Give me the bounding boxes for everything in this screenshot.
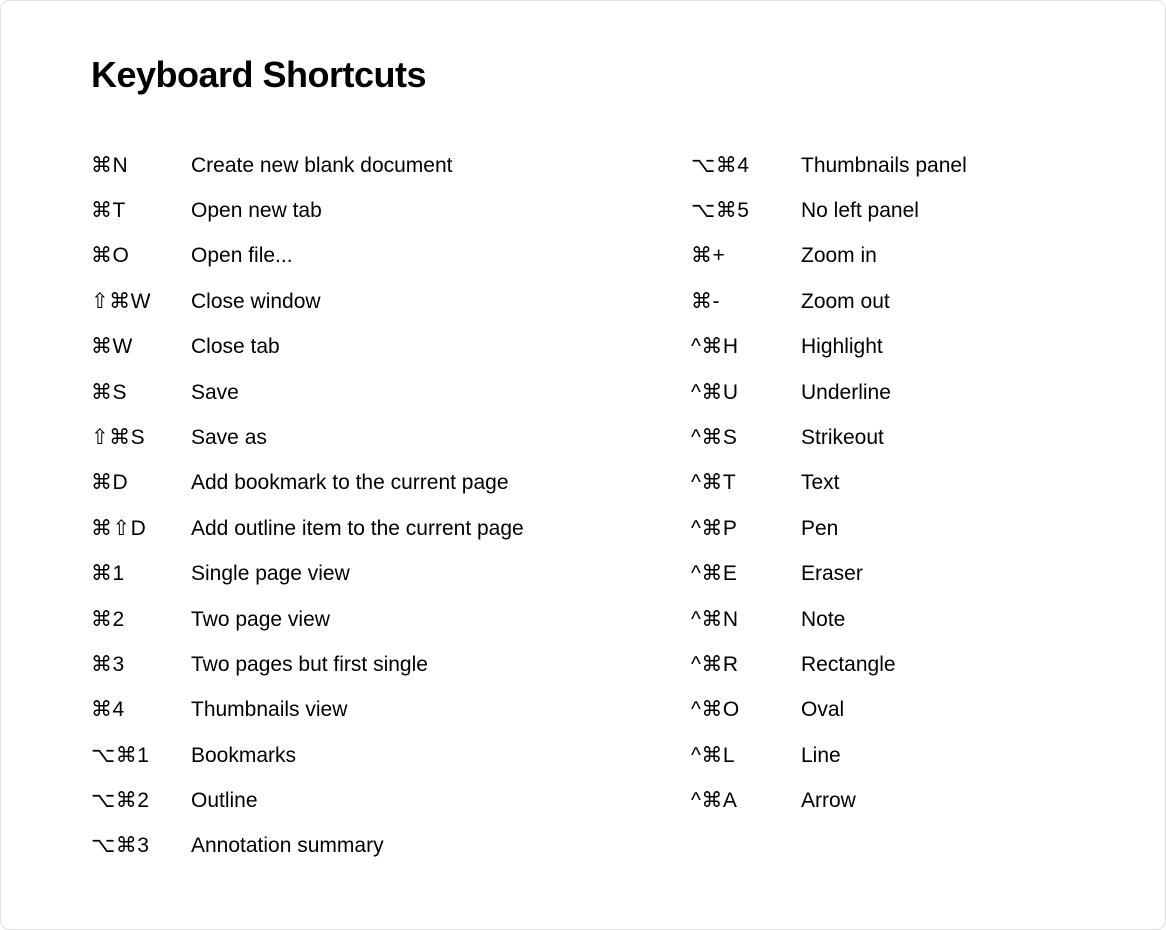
shortcut-keys: ⌥⌘2 — [91, 786, 191, 815]
shortcut-keys: ^⌘O — [691, 695, 801, 724]
shortcut-row: ⌥⌘2Outline — [91, 778, 611, 823]
shortcut-keys: ⌘+ — [691, 241, 801, 270]
shortcut-row: ^⌘OOval — [691, 687, 1051, 732]
shortcut-keys: ⌥⌘4 — [691, 151, 801, 180]
shortcut-desc: Outline — [191, 786, 611, 815]
shortcut-row: ^⌘NNote — [691, 597, 1051, 642]
shortcut-desc: Create new blank document — [191, 151, 611, 180]
shortcut-desc: Single page view — [191, 559, 611, 588]
shortcut-row: ^⌘TText — [691, 460, 1051, 505]
shortcut-row: ⌥⌘1Bookmarks — [91, 733, 611, 778]
shortcut-row: ^⌘SStrikeout — [691, 415, 1051, 460]
shortcut-keys: ⌥⌘5 — [691, 196, 801, 225]
shortcut-keys: ⌘W — [91, 332, 191, 361]
shortcut-desc: Two page view — [191, 605, 611, 634]
shortcut-row: ⌥⌘5No left panel — [691, 188, 1051, 233]
shortcut-row: ⌘⇧DAdd outline item to the current page — [91, 506, 611, 551]
shortcut-row: ^⌘RRectangle — [691, 642, 1051, 687]
shortcut-desc: Close window — [191, 287, 611, 316]
shortcut-keys: ⌥⌘3 — [91, 831, 191, 860]
shortcut-desc: Line — [801, 741, 1051, 770]
shortcut-row: ⌘OOpen file... — [91, 233, 611, 278]
shortcut-desc: Bookmarks — [191, 741, 611, 770]
shortcut-desc: Annotation summary — [191, 831, 611, 860]
shortcut-row: ^⌘UUnderline — [691, 370, 1051, 415]
shortcut-keys: ⌘S — [91, 378, 191, 407]
shortcut-desc: No left panel — [801, 196, 1051, 225]
shortcut-keys: ^⌘P — [691, 514, 801, 543]
shortcut-row: ⌘NCreate new blank document — [91, 143, 611, 188]
shortcut-row: ⌘4Thumbnails view — [91, 687, 611, 732]
shortcut-desc: Save as — [191, 423, 611, 452]
shortcut-row: ⇧⌘WClose window — [91, 279, 611, 324]
shortcut-keys: ⌘3 — [91, 650, 191, 679]
shortcut-desc: Thumbnails view — [191, 695, 611, 724]
shortcut-keys: ^⌘N — [691, 605, 801, 634]
shortcut-row: ⌘2Two page view — [91, 597, 611, 642]
shortcut-desc: Zoom in — [801, 241, 1051, 270]
shortcut-keys: ^⌘L — [691, 741, 801, 770]
shortcut-keys: ⌘O — [91, 241, 191, 270]
shortcut-row: ⌘TOpen new tab — [91, 188, 611, 233]
shortcut-row: ^⌘EEraser — [691, 551, 1051, 596]
shortcut-row: ⌘SSave — [91, 370, 611, 415]
shortcut-keys: ⌥⌘1 — [91, 741, 191, 770]
shortcut-keys: ⌘4 — [91, 695, 191, 724]
shortcut-keys: ⌘1 — [91, 559, 191, 588]
shortcuts-col-right: ⌥⌘4Thumbnails panel ⌥⌘5No left panel ⌘+Z… — [691, 143, 1051, 869]
shortcut-desc: Add bookmark to the current page — [191, 468, 611, 497]
shortcuts-col-left: ⌘NCreate new blank document ⌘TOpen new t… — [91, 143, 611, 869]
shortcut-row: ⌘3Two pages but first single — [91, 642, 611, 687]
shortcut-keys: ^⌘E — [691, 559, 801, 588]
shortcut-row: ⌘DAdd bookmark to the current page — [91, 460, 611, 505]
shortcut-row: ^⌘AArrow — [691, 778, 1051, 823]
shortcut-keys: ^⌘U — [691, 378, 801, 407]
shortcut-row: ⌥⌘4Thumbnails panel — [691, 143, 1051, 188]
shortcut-row: ^⌘LLine — [691, 733, 1051, 778]
shortcut-desc: Rectangle — [801, 650, 1051, 679]
shortcut-desc: Add outline item to the current page — [191, 514, 611, 543]
shortcut-desc: Pen — [801, 514, 1051, 543]
shortcut-keys: ⌘N — [91, 151, 191, 180]
shortcut-desc: Save — [191, 378, 611, 407]
shortcut-keys: ^⌘R — [691, 650, 801, 679]
shortcut-desc: Close tab — [191, 332, 611, 361]
shortcut-keys: ^⌘H — [691, 332, 801, 361]
shortcut-desc: Strikeout — [801, 423, 1051, 452]
shortcut-desc: Open file... — [191, 241, 611, 270]
shortcut-row: ⌘1Single page view — [91, 551, 611, 596]
shortcut-keys: ⇧⌘W — [91, 287, 191, 316]
shortcuts-card: Keyboard Shortcuts ⌘NCreate new blank do… — [0, 0, 1166, 930]
shortcut-row: ⇧⌘SSave as — [91, 415, 611, 460]
shortcut-desc: Zoom out — [801, 287, 1051, 316]
shortcut-row: ⌘+Zoom in — [691, 233, 1051, 278]
shortcuts-columns: ⌘NCreate new blank document ⌘TOpen new t… — [91, 143, 1105, 869]
shortcut-keys: ⌘T — [91, 196, 191, 225]
shortcut-desc: Underline — [801, 378, 1051, 407]
shortcut-row: ⌥⌘3Annotation summary — [91, 823, 611, 868]
shortcut-keys: ⌘- — [691, 287, 801, 316]
shortcut-keys: ⌘2 — [91, 605, 191, 634]
shortcut-keys: ^⌘T — [691, 468, 801, 497]
shortcut-row: ⌘-Zoom out — [691, 279, 1051, 324]
shortcut-row: ^⌘HHighlight — [691, 324, 1051, 369]
shortcut-keys: ⌘D — [91, 468, 191, 497]
shortcut-row: ⌘WClose tab — [91, 324, 611, 369]
shortcut-desc: Highlight — [801, 332, 1051, 361]
shortcut-keys: ⌘⇧D — [91, 514, 191, 543]
shortcut-keys: ^⌘S — [691, 423, 801, 452]
shortcut-keys: ⇧⌘S — [91, 423, 191, 452]
shortcut-desc: Open new tab — [191, 196, 611, 225]
shortcut-desc: Two pages but first single — [191, 650, 611, 679]
page-title: Keyboard Shortcuts — [91, 55, 1105, 95]
shortcut-desc: Text — [801, 468, 1051, 497]
shortcut-row: ^⌘PPen — [691, 506, 1051, 551]
shortcut-desc: Note — [801, 605, 1051, 634]
shortcut-desc: Eraser — [801, 559, 1051, 588]
shortcut-desc: Oval — [801, 695, 1051, 724]
shortcut-keys: ^⌘A — [691, 786, 801, 815]
shortcut-desc: Arrow — [801, 786, 1051, 815]
shortcut-desc: Thumbnails panel — [801, 151, 1051, 180]
